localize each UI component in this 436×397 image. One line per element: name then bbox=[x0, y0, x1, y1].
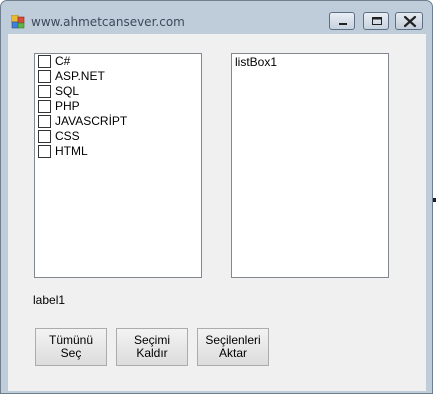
window-title: www.ahmetcansever.com bbox=[31, 15, 185, 29]
maximize-button[interactable] bbox=[363, 12, 389, 30]
app-icon bbox=[11, 15, 25, 29]
status-label: label1 bbox=[33, 293, 66, 307]
checkbox[interactable] bbox=[38, 55, 51, 68]
checked-list-box[interactable]: C# ASP.NET SQL PHP JAVASCRİPT CSS HTML bbox=[34, 53, 202, 278]
checklist-item[interactable]: PHP bbox=[37, 99, 197, 114]
checkbox[interactable] bbox=[38, 70, 51, 83]
checkbox[interactable] bbox=[38, 100, 51, 113]
checklist-item-label: C# bbox=[55, 54, 71, 68]
list-box[interactable]: listBox1 bbox=[231, 53, 389, 278]
close-icon bbox=[403, 15, 417, 28]
checklist-item-label: PHP bbox=[55, 99, 80, 113]
checkbox[interactable] bbox=[38, 145, 51, 158]
checklist-item[interactable]: JAVASCRİPT bbox=[37, 114, 197, 129]
maximize-icon bbox=[372, 17, 382, 25]
checkbox[interactable] bbox=[38, 130, 51, 143]
select-all-button[interactable]: Tümünü Seç bbox=[35, 328, 107, 366]
checkbox[interactable] bbox=[38, 85, 51, 98]
checklist-item-label: ASP.NET bbox=[55, 69, 105, 83]
minimize-icon bbox=[339, 23, 347, 25]
checklist-item-label: CSS bbox=[55, 129, 80, 143]
checklist-item[interactable]: CSS bbox=[37, 129, 197, 144]
list-item[interactable]: listBox1 bbox=[235, 55, 277, 69]
checklist-item[interactable]: HTML bbox=[37, 144, 197, 159]
close-button[interactable] bbox=[395, 12, 423, 30]
minimize-button[interactable] bbox=[329, 12, 355, 30]
checklist-item-label: JAVASCRİPT bbox=[55, 114, 128, 128]
transfer-selected-button[interactable]: Seçilenleri Aktar bbox=[197, 328, 269, 366]
checklist-item[interactable]: ASP.NET bbox=[37, 69, 197, 84]
main-window: www.ahmetcansever.com C# ASP.NET SQL PHP… bbox=[0, 0, 433, 394]
checklist-item-label: SQL bbox=[55, 84, 80, 98]
checklist-item-label: HTML bbox=[55, 144, 88, 158]
clear-selection-button[interactable]: Seçimi Kaldır bbox=[116, 328, 188, 366]
title-bar[interactable]: www.ahmetcansever.com bbox=[1, 1, 432, 31]
checklist-item[interactable]: C# bbox=[37, 54, 197, 69]
checklist-item[interactable]: SQL bbox=[37, 84, 197, 99]
checkbox[interactable] bbox=[38, 115, 51, 128]
form-client-area: C# ASP.NET SQL PHP JAVASCRİPT CSS HTML l… bbox=[8, 34, 426, 391]
